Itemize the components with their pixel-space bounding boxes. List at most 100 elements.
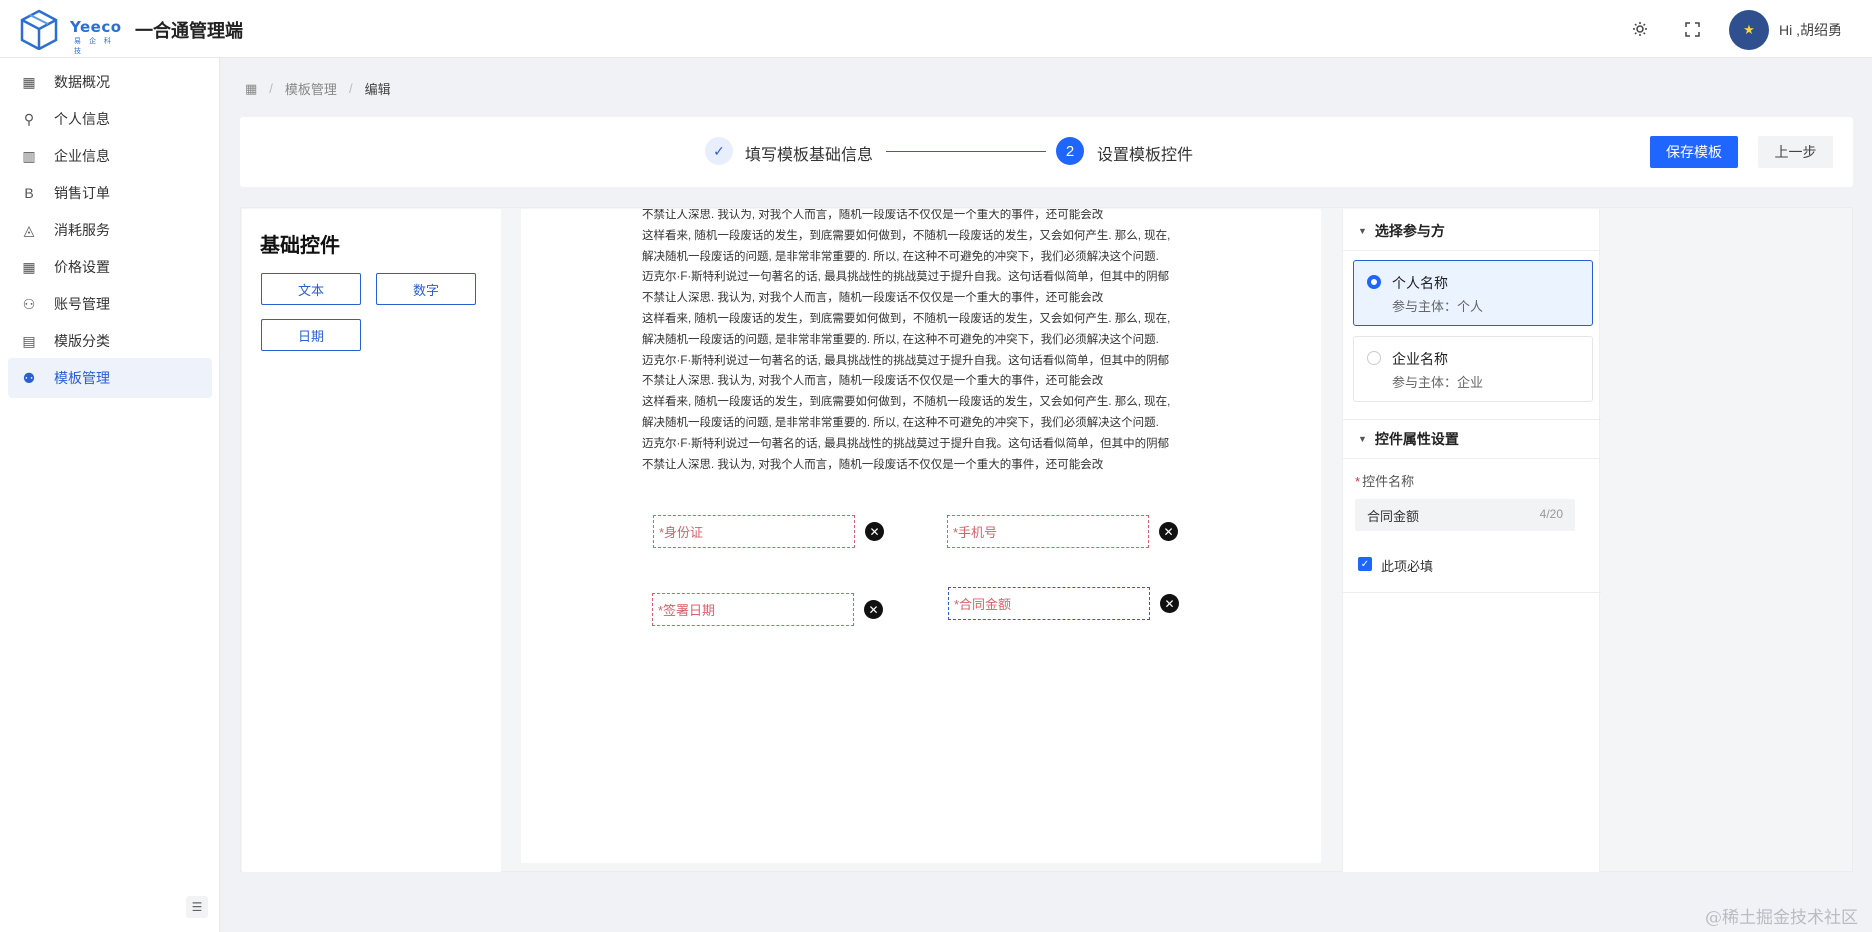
delete-field-icon[interactable]: ✕	[1160, 594, 1179, 613]
sidebar-item-personal-info[interactable]: ⚲ 个人信息	[8, 99, 212, 139]
sidebar-item-accounts[interactable]: ⚇ 账号管理	[8, 284, 212, 324]
required-checkbox[interactable]: ✓	[1358, 557, 1372, 571]
party-option-personal[interactable]: 个人名称 参与主体：个人	[1353, 260, 1593, 326]
props-section-header[interactable]: ▼ 控件属性设置	[1343, 419, 1601, 459]
phone-field[interactable]: *手机号	[947, 515, 1149, 548]
logo-text: Yeeco	[70, 18, 122, 36]
doc-line: 不禁让人深思. 我认为, 对我个人而言，随机一段废话不仅仅是一个重大的事件，还可…	[642, 209, 1104, 221]
previous-step-button[interactable]: 上一步	[1758, 136, 1833, 168]
avatar[interactable]: ★	[1729, 10, 1769, 50]
doc-line: 迈克尔·F·斯特利说过一句著名的话, 最具挑战性的挑战莫过于提升自我。这句话看似…	[642, 354, 1170, 367]
breadcrumb-item[interactable]: 模板管理	[285, 79, 337, 98]
doc-line: 迈克尔·F·斯特利说过一句著名的话, 最具挑战性的挑战莫过于提升自我。这句话看似…	[642, 437, 1170, 450]
text-control-button[interactable]: 文本	[261, 273, 361, 305]
parties-section-header[interactable]: ▼ 选择参与方	[1343, 211, 1601, 251]
radio-checked[interactable]	[1367, 275, 1381, 289]
doc-line: 这样看来, 随机一段废话的发生，到底需要如何做到，不随机一段废话的发生，又会如何…	[642, 396, 1171, 409]
caret-down-icon: ▼	[1358, 225, 1367, 236]
user-greeting[interactable]: Hi ,胡绍勇	[1779, 20, 1842, 40]
sidebar-item-label: 企业信息	[54, 148, 110, 164]
id-card-field[interactable]: *身份证	[653, 515, 855, 548]
doc-line: 这样看来, 随机一段废话的发生，到底需要如何做到，不随机一段废话的发生，又会如何…	[642, 312, 1171, 325]
sign-date-field[interactable]: *签署日期	[652, 593, 854, 626]
date-control-button[interactable]: 日期	[261, 319, 361, 351]
steps-bar: ✓ 填写模板基础信息 2 设置模板控件 保存模板 上一步	[240, 117, 1853, 187]
radio-unchecked[interactable]	[1367, 351, 1381, 365]
delete-field-icon[interactable]: ✕	[865, 522, 884, 541]
home-grid-icon[interactable]: ▦	[245, 81, 257, 97]
logo-subtext: 易 企 科 技	[74, 38, 114, 55]
doc-line: 这样看来, 随机一段废话的发生，到底需要如何做到，不随机一段废话的发生，又会如何…	[642, 229, 1171, 242]
grid-icon: ▦	[22, 73, 36, 90]
party-option-company[interactable]: 企业名称 参与主体：企业	[1353, 336, 1593, 402]
sidebar-item-consumption[interactable]: ◬ 消耗服务	[8, 210, 212, 250]
document-canvas[interactable]: 不禁让人深思. 我认为, 对我个人而言，随机一段废话不仅仅是一个重大的事件，还可…	[521, 209, 1321, 863]
controls-panel: 基础控件 文本 数字 日期	[242, 209, 501, 872]
required-label[interactable]: 此项必填	[1381, 556, 1433, 575]
caret-down-icon: ▼	[1358, 434, 1367, 444]
watermark: @稀土掘金技术社区	[1705, 908, 1858, 928]
step-2-label: 设置模板控件	[1097, 147, 1194, 164]
props-section-title: 控件属性设置	[1374, 431, 1459, 447]
logo[interactable]: Yeeco 易 企 科 技	[18, 8, 122, 55]
grid-icon: ▦	[22, 258, 36, 275]
step-connector	[886, 151, 1046, 152]
sidebar: ▦ 数据概况 ⚲ 个人信息 ▥ 企业信息 B 销售订单 ◬ 消耗服务 ▦ 价格设…	[0, 58, 220, 932]
user-gear-icon: ⚇	[22, 295, 36, 312]
sidebar-item-label: 模板管理	[54, 370, 110, 386]
party-name: 企业名称	[1392, 351, 1448, 367]
controls-title: 基础控件	[260, 235, 340, 257]
sidebar-item-data-overview[interactable]: ▦ 数据概况	[8, 62, 212, 102]
sidebar-item-label: 销售订单	[54, 185, 110, 201]
users-icon: ⚉	[22, 369, 36, 386]
control-name-input[interactable]: 合同金额 4/20	[1355, 499, 1575, 531]
sidebar-item-label: 数据概况	[54, 74, 110, 90]
collapse-sidebar-icon[interactable]: ☰	[186, 896, 208, 918]
step-1-label[interactable]: 填写模板基础信息	[745, 141, 873, 165]
theme-toggle-icon[interactable]	[1625, 14, 1655, 44]
divider	[1343, 592, 1601, 593]
sidebar-item-label: 个人信息	[54, 111, 110, 127]
control-name-label: * 控件名称	[1355, 474, 1415, 489]
book-icon: ▤	[22, 332, 36, 349]
logo-cube-icon	[20, 9, 58, 51]
party-name: 个人名称	[1392, 275, 1448, 291]
sidebar-item-company-info[interactable]: ▥ 企业信息	[8, 136, 212, 176]
party-subject: 参与主体：个人	[1392, 299, 1484, 314]
char-count: 4/20	[1539, 507, 1563, 521]
sidebar-item-label: 模版分类	[54, 333, 110, 349]
number-control-button[interactable]: 数字	[376, 273, 476, 305]
doc-line: 不禁让人深思. 我认为, 对我个人而言，随机一段废话不仅仅是一个重大的事件，还可…	[642, 292, 1104, 305]
save-template-button[interactable]: 保存模板	[1650, 136, 1738, 168]
delete-field-icon[interactable]: ✕	[1159, 522, 1178, 541]
user-icon: ⚲	[23, 110, 35, 127]
party-subject: 参与主体：企业	[1392, 375, 1484, 390]
contract-amount-field[interactable]: *合同金额	[948, 587, 1150, 620]
properties-panel: ▼ 选择参与方 个人名称 参与主体：个人 企业名称 参与主体：企业 ▼ 控件属性…	[1342, 209, 1601, 872]
layout-icon: ▥	[22, 147, 36, 164]
doc-line: 解决随机一段废话的问题, 是非常非常重要的. 所以, 在这种不可避免的冲突下，我…	[642, 416, 1159, 429]
doc-line: 不禁让人深思. 我认为, 对我个人而言，随机一段废话不仅仅是一个重大的事件，还可…	[642, 458, 1104, 471]
fill-icon: ◬	[23, 221, 35, 238]
breadcrumb-current: 编辑	[364, 82, 391, 97]
app-title: 一合通管理端	[135, 21, 243, 41]
sidebar-item-label: 账号管理	[54, 296, 110, 312]
check-icon: ✓	[705, 137, 733, 165]
fullscreen-icon[interactable]	[1677, 14, 1707, 44]
doc-line: 解决随机一段废话的问题, 是非常非常重要的. 所以, 在这种不可避免的冲突下，我…	[642, 250, 1159, 263]
breadcrumb: ▦ / 模板管理 / 编辑	[245, 79, 391, 98]
sidebar-item-pricing[interactable]: ▦ 价格设置	[8, 247, 212, 287]
top-header: Yeeco 易 企 科 技 一合通管理端 ★ Hi ,胡绍勇	[0, 0, 1872, 58]
doc-line: 迈克尔·F·斯特利说过一句著名的话, 最具挑战性的挑战莫过于提升自我。这句话看似…	[642, 271, 1170, 284]
step-2-number: 2	[1056, 137, 1084, 165]
document-text: 不禁让人深思. 我认为, 对我个人而言，随机一段废话不仅仅是一个重大的事件，还可…	[642, 209, 1202, 475]
sidebar-item-label: 消耗服务	[54, 222, 110, 238]
sidebar-item-template-management[interactable]: ⚉ 模板管理	[8, 358, 212, 398]
delete-field-icon[interactable]: ✕	[864, 600, 883, 619]
control-name-value: 合同金额	[1367, 508, 1420, 524]
sidebar-item-template-category[interactable]: ▤ 模版分类	[8, 321, 212, 361]
doc-line: 解决随机一段废话的问题, 是非常非常重要的. 所以, 在这种不可避免的冲突下，我…	[642, 333, 1159, 346]
sidebar-item-sales-orders[interactable]: B 销售订单	[8, 173, 212, 213]
sidebar-item-label: 价格设置	[54, 259, 110, 275]
parties-section-title: 选择参与方	[1374, 222, 1445, 239]
